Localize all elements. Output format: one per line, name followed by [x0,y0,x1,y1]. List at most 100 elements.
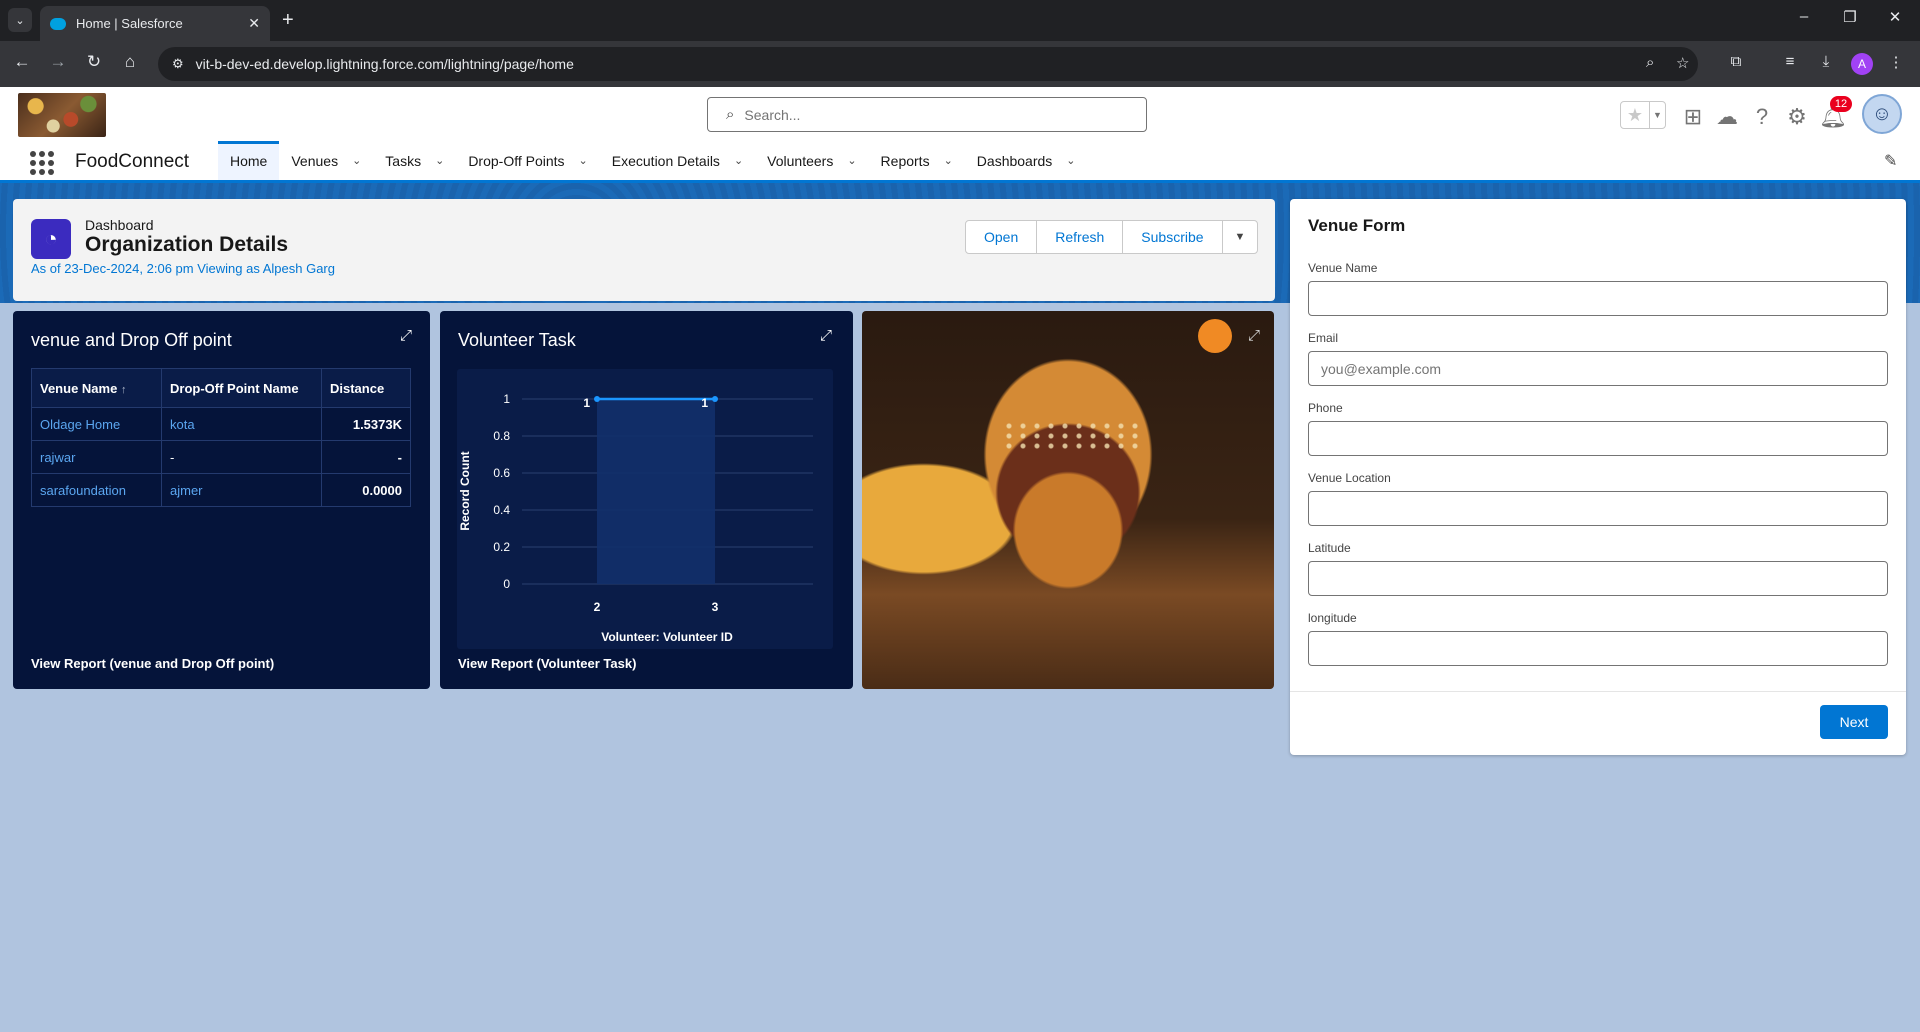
browser-profile-avatar[interactable]: A [1851,53,1873,75]
venue-dropoff-widget: venue and Drop Off point ⤢ Venue Name ↑ … [13,311,430,689]
salesforce-favicon-icon [50,17,66,30]
form-title: Venue Form [1308,216,1406,235]
table-row: Oldage Home kota 1.5373K [31,407,411,441]
email-input[interactable] [1308,351,1888,386]
view-report-link[interactable]: View Report (venue and Drop Off point) [31,656,274,671]
media-control-icon[interactable]: ≡ [1778,53,1802,70]
chevron-down-icon[interactable]: ⌄ [435,154,444,167]
nav-item-venues[interactable]: Venues ⌄ [279,141,373,180]
new-tab-button[interactable]: + [282,8,294,32]
venue-location-input[interactable] [1308,491,1888,526]
distance-cell: 1.5373K [321,407,411,441]
venue-name-cell[interactable]: sarafoundation [31,473,162,507]
column-header-venue-name[interactable]: Venue Name ↑ [31,368,162,408]
chevron-down-icon[interactable]: ⌄ [579,154,588,167]
nav-item-label: Drop-Off Points [468,152,565,169]
close-tab-icon[interactable]: ✕ [248,15,260,32]
browser-menu-icon[interactable]: ⋮ [1884,53,1908,71]
field-label: Phone [1308,401,1343,415]
reload-icon[interactable]: ↻ [82,52,106,72]
column-header-distance[interactable]: Distance [321,368,411,408]
y-tick-label: 0 [503,577,510,591]
chevron-down-icon[interactable]: ⌄ [734,154,743,167]
close-window-button[interactable]: ✕ [1880,8,1910,26]
favorites-button-group[interactable]: ★ ▼ [1620,101,1666,129]
field-label: Email [1308,331,1339,345]
burger-photo [1002,421,1142,451]
dropoff-point-cell[interactable]: kota [161,407,322,441]
expand-icon[interactable]: ⤢ [400,327,412,344]
expand-icon[interactable]: ⤢ [820,327,832,344]
series-area [597,399,715,584]
nav-item-label: Home [230,152,268,169]
chevron-down-icon[interactable]: ⌄ [944,154,953,167]
next-button[interactable]: Next [1820,705,1888,739]
site-info-icon[interactable]: ⚙ [172,56,184,72]
expand-icon[interactable]: ⤢ [1248,327,1260,344]
bookmark-star-icon[interactable]: ☆ [1676,54,1689,72]
downloads-icon[interactable]: ⤓ [1814,53,1838,70]
form-footer-divider [1290,691,1906,692]
y-tick-label: 0.4 [493,503,510,517]
venue-name-cell[interactable]: Oldage Home [31,407,162,441]
form-field-venue-name: Venue Name [1308,261,1888,316]
minimize-window-button[interactable]: – [1789,8,1819,25]
tab-search-button[interactable]: ⌄ [8,8,32,32]
back-arrow-icon[interactable]: ← [10,52,34,72]
field-label: longitude [1308,611,1357,625]
venue-name-input[interactable] [1308,281,1888,316]
nav-item-execution-details[interactable]: Execution Details ⌄ [600,141,755,180]
global-search-input[interactable]: ⌕ Search... [707,97,1147,132]
tab-title: Home | Salesforce [76,16,183,31]
address-bar[interactable]: ⚙ vit-b-dev-ed.develop.lightning.force.c… [158,47,1698,81]
nav-item-reports[interactable]: Reports ⌄ [869,141,965,180]
user-avatar[interactable]: ☺ [1862,94,1902,134]
venue-form-card: Venue Form Venue Name Email Phone Venue Loc… [1290,199,1906,755]
longitude-input[interactable] [1308,631,1888,666]
widget-title: Volunteer Task [458,330,576,350]
favorite-star-icon[interactable]: ★ [1621,102,1649,128]
nav-item-dashboards[interactable]: Dashboards ⌄ [965,141,1088,180]
nav-item-home[interactable]: Home [218,141,280,180]
setup-gear-icon[interactable]: ⚙ [1784,104,1810,130]
y-tick-label: 0.2 [493,540,510,554]
data-label: 1 [583,396,590,410]
dropoff-point-cell[interactable]: ajmer [161,473,322,507]
extensions-icon[interactable]: ⧉ [1724,53,1748,70]
column-header-dropoff-point[interactable]: Drop-Off Point Name [161,368,322,408]
venue-name-cell[interactable]: rajwar [31,440,162,474]
favorites-dropdown-icon[interactable]: ▼ [1649,102,1665,128]
refresh-button[interactable]: Refresh [1037,221,1124,253]
zoom-icon[interactable]: ⌕ [1646,54,1654,71]
open-button[interactable]: Open [966,221,1038,253]
chevron-down-icon[interactable]: ⌄ [1066,154,1075,167]
org-logo[interactable] [18,93,106,137]
y-axis-label: Record Count [458,451,472,530]
latitude-input[interactable] [1308,561,1888,596]
trailhead-icon[interactable]: ☁ [1714,104,1740,130]
chevron-down-icon[interactable]: ⌄ [352,154,361,167]
sort-ascending-icon: ↑ [120,383,127,396]
browser-tab[interactable]: Home | Salesforce ✕ [40,6,270,41]
global-create-icon[interactable]: ⊞ [1680,104,1706,130]
edit-nav-pencil-icon[interactable]: ✎ [1884,151,1897,171]
more-actions-dropdown-icon[interactable]: ▼ [1223,221,1258,253]
dropoff-point-cell: - [161,440,322,474]
chart-area: 1 0.8 0.6 0.4 0.2 0 1 2 1 3 Volunteer: Volunteer I… [457,369,833,649]
subscribe-button[interactable]: Subscribe [1123,221,1223,253]
view-report-link[interactable]: View Report (Volunteer Task) [458,656,636,671]
nav-item-label: Execution Details [611,152,720,169]
app-launcher-icon[interactable] [30,151,56,175]
restore-window-button[interactable]: ❐ [1835,8,1865,26]
search-icon: ⌕ [726,106,735,123]
help-icon[interactable]: ? [1749,104,1775,130]
nav-item-drop-off-points[interactable]: Drop-Off Points ⌄ [456,141,599,180]
nav-item-volunteers[interactable]: Volunteers ⌄ [755,141,868,180]
forward-arrow-icon[interactable]: → [46,52,70,72]
chevron-down-icon[interactable]: ⌄ [847,154,856,167]
nav-item-tasks[interactable]: Tasks ⌄ [373,141,456,180]
phone-input[interactable] [1308,421,1888,456]
dashboard-type-label: Dashboard [85,217,154,233]
home-icon[interactable]: ⌂ [118,52,142,72]
table-row: rajwar - - [31,440,411,474]
